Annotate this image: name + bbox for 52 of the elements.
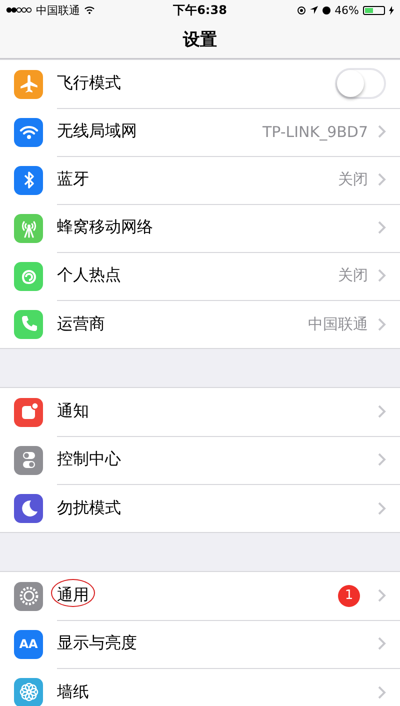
chevron-icon: [378, 453, 386, 466]
toggle-switch[interactable]: [335, 68, 386, 99]
chevron-icon: [378, 125, 386, 138]
location-arrow-icon: [310, 6, 318, 14]
carrier-name: 中国联通: [36, 2, 80, 18]
setting-label: 通用: [57, 585, 338, 606]
settings-row[interactable]: 墙纸: [0, 668, 400, 706]
settings-row[interactable]: 无线局域网 TP-LINK_9BD7: [0, 108, 400, 156]
text-size-icon: AA: [14, 630, 43, 658]
setting-value: TP-LINK_9BD7: [262, 122, 368, 140]
settings-row[interactable]: 蜂窝移动网络: [0, 204, 400, 252]
setting-label: 飞行模式: [57, 73, 122, 94]
notification-badge: 1: [338, 584, 360, 606]
chevron-icon: [378, 637, 386, 650]
wifi-icon: [84, 6, 95, 14]
chevron-icon: [378, 221, 386, 234]
setting-label: 运营商: [57, 314, 106, 334]
settings-row[interactable]: 飞行模式: [0, 60, 400, 108]
screen-title: 设置: [183, 28, 217, 50]
settings-row[interactable]: 控制中心: [0, 436, 400, 484]
setting-value: 中国联通: [308, 314, 368, 334]
settings-row[interactable]: 通知: [0, 388, 400, 436]
chevron-icon: [378, 269, 386, 282]
setting-value: 关闭: [338, 170, 368, 189]
setting-label: 通知: [57, 401, 90, 422]
setting-value: 关闭: [338, 266, 368, 285]
chevron-icon: [378, 686, 386, 698]
battery-icon: [363, 6, 386, 14]
chevron-icon: [378, 173, 386, 186]
lock-rotation-icon: [296, 6, 306, 14]
settings-row[interactable]: 勿扰模式: [0, 484, 400, 532]
charging-bolt-icon: [389, 6, 394, 14]
battery-percent: 46%: [334, 4, 360, 16]
chevron-icon: [378, 589, 386, 602]
setting-label: 墙纸: [57, 682, 90, 702]
settings-row[interactable]: 个人热点 关闭: [0, 252, 400, 300]
settings-row[interactable]: AA 显示与亮度: [0, 620, 400, 668]
settings-row[interactable]: 运营商 中国联通: [0, 300, 400, 348]
setting-label: 个人热点: [57, 265, 122, 286]
setting-label: 控制中心: [57, 449, 122, 470]
chevron-icon: [378, 318, 386, 330]
chevron-icon: [378, 405, 386, 418]
setting-label: 勿扰模式: [57, 498, 122, 518]
setting-label: 无线局域网: [57, 121, 138, 142]
signal-icon: [6, 7, 32, 13]
settings-row[interactable]: 通用 1: [0, 572, 400, 620]
setting-label: 蓝牙: [57, 169, 90, 190]
settings-row[interactable]: 蓝牙 关闭: [0, 156, 400, 204]
setting-label: 蜂窝移动网络: [57, 217, 154, 238]
clock-time: 下午6:38: [173, 2, 227, 18]
chevron-icon: [378, 502, 386, 514]
setting-label: 显示与亮度: [57, 633, 138, 654]
